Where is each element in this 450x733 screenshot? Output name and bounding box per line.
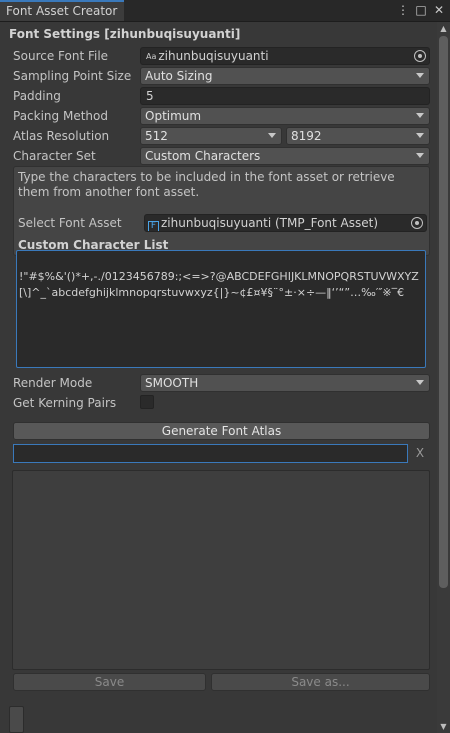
chevron-down-icon: [416, 153, 424, 158]
packing-method-row: Packing Method Optimum: [13, 107, 430, 125]
save-button[interactable]: Save: [13, 673, 206, 691]
select-font-asset-value: zihunbuqisuyuanti (TMP_Font Asset): [161, 216, 379, 230]
scrollbar-thumb[interactable]: [439, 36, 448, 588]
kerning-row: Get Kerning Pairs: [13, 394, 430, 412]
chevron-down-icon: [416, 113, 424, 118]
window-controls: ⋮ □ ✕: [396, 2, 446, 18]
atlas-preview-area: [12, 470, 430, 670]
sampling-point-size-label: Sampling Point Size: [13, 69, 132, 83]
save-as-button[interactable]: Save as...: [211, 673, 430, 691]
generate-font-atlas-button[interactable]: Generate Font Atlas: [13, 422, 430, 440]
kebab-menu-icon[interactable]: ⋮: [396, 2, 410, 18]
padding-input[interactable]: 5: [140, 87, 430, 105]
character-set-dropdown[interactable]: Custom Characters: [140, 147, 430, 165]
close-icon[interactable]: ✕: [432, 2, 446, 18]
chevron-down-icon: [416, 133, 424, 138]
render-mode-row: Render Mode SMOOTH: [13, 374, 430, 392]
chevron-down-icon: [416, 380, 424, 385]
chevron-down-icon: [268, 133, 276, 138]
kerning-checkbox[interactable]: [140, 395, 154, 409]
character-set-value: Custom Characters: [145, 149, 261, 163]
bottom-panel-handle[interactable]: [9, 706, 24, 733]
kerning-label: Get Kerning Pairs: [13, 396, 117, 410]
packing-method-dropdown[interactable]: Optimum: [140, 107, 430, 125]
atlas-height-dropdown[interactable]: 8192: [286, 127, 430, 145]
atlas-width-dropdown[interactable]: 512: [140, 127, 282, 145]
custom-character-list-textarea[interactable]: !"#$%&'()*+,-./0123456789:;<=>?@ABCDEFGH…: [16, 250, 426, 368]
padding-row: Padding 5: [13, 87, 430, 105]
select-font-asset-row: Select Font Asset Fzihunbuqisuyuanti (TM…: [18, 214, 427, 232]
render-mode-value: SMOOTH: [145, 376, 199, 390]
character-set-label: Character Set: [13, 149, 96, 163]
packing-method-label: Packing Method: [13, 109, 108, 123]
maximize-icon[interactable]: □: [414, 2, 428, 18]
atlas-resolution-label: Atlas Resolution: [13, 129, 110, 143]
window-tab[interactable]: Font Asset Creator: [0, 0, 124, 21]
atlas-resolution-row: Atlas Resolution 512 8192: [13, 127, 430, 145]
source-font-value: zihunbuqisuyuanti: [158, 49, 269, 63]
section-title: Font Settings [zihunbuqisuyuanti]: [9, 27, 241, 41]
tmp-font-asset-icon: F: [148, 221, 159, 231]
render-mode-label: Render Mode: [13, 376, 93, 390]
select-font-asset-label: Select Font Asset: [18, 216, 122, 230]
sampling-point-size-row: Sampling Point Size Auto Sizing: [13, 67, 430, 85]
packing-method-value: Optimum: [145, 109, 202, 123]
font-file-icon: Aa: [146, 52, 157, 61]
atlas-height-value: 8192: [291, 129, 322, 143]
render-mode-dropdown[interactable]: SMOOTH: [140, 374, 430, 392]
atlas-width-value: 512: [145, 129, 168, 143]
sampling-point-size-dropdown[interactable]: Auto Sizing: [140, 67, 430, 85]
character-set-row: Character Set Custom Characters: [13, 147, 430, 165]
source-font-row: Source Font File Aa zihunbuqisuyuanti: [13, 47, 430, 65]
help-text: Type the characters to be included in th…: [18, 170, 395, 199]
source-font-label: Source Font File: [13, 49, 109, 63]
clear-button[interactable]: X: [410, 444, 430, 463]
font-asset-creator-panel: Font Settings [zihunbuqisuyuanti] Source…: [0, 22, 437, 733]
padding-label: Padding: [13, 89, 61, 103]
scroll-up-arrow-icon[interactable]: ▲: [437, 24, 450, 33]
sampling-point-size-value: Auto Sizing: [145, 69, 213, 83]
generation-progress-bar: [13, 444, 408, 463]
object-picker-icon[interactable]: [411, 217, 423, 229]
scroll-down-arrow-icon[interactable]: ▼: [437, 722, 450, 731]
object-picker-icon[interactable]: [414, 50, 426, 62]
select-font-asset-field[interactable]: Fzihunbuqisuyuanti (TMP_Font Asset): [144, 214, 427, 232]
chevron-down-icon: [416, 73, 424, 78]
source-font-field[interactable]: Aa zihunbuqisuyuanti: [140, 47, 430, 65]
custom-characters-box: Type the characters to be included in th…: [13, 166, 430, 256]
vertical-scrollbar[interactable]: ▲ ▼: [437, 22, 450, 733]
window-tab-bar: Font Asset Creator ⋮ □ ✕: [0, 0, 450, 22]
